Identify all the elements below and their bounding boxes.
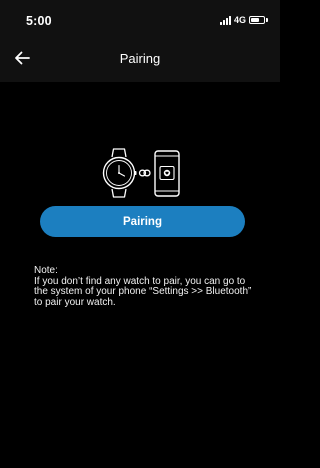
signal-icon: [219, 15, 231, 25]
note-text: If you don’t find any watch to pair, you…: [34, 275, 252, 308]
page-title: Pairing: [119, 51, 161, 66]
app-screen: 5:00 4G Pairing Pairing Note: If you don…: [0, 0, 280, 468]
pairing-note: Note: If you don’t find any watch to pai…: [34, 265, 260, 308]
status-indicators: 4G: [219, 14, 268, 26]
link-icon: [138, 169, 151, 177]
status-bar: 5:00 4G: [0, 0, 280, 36]
pairing-button[interactable]: Pairing: [40, 206, 245, 237]
watch-icon: [102, 148, 137, 198]
pairing-illustration: [102, 148, 180, 198]
battery-level: [251, 18, 260, 22]
navigation-bar: Pairing: [0, 36, 280, 82]
phone-icon: [154, 150, 180, 197]
status-time: 5:00: [26, 14, 52, 28]
network-type: 4G: [233, 14, 246, 25]
battery-icon: [249, 16, 268, 24]
note-label: Note:: [34, 265, 58, 276]
